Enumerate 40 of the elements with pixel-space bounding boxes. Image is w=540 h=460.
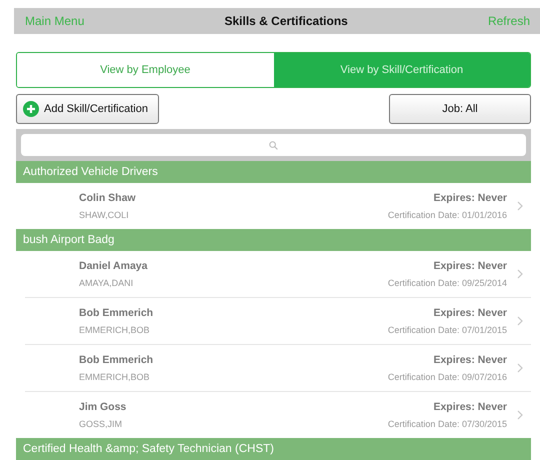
certification-row[interactable]: Jim Goss GOSS,JIM Expires: Never Certification Date: 07/30/2015 bbox=[25, 392, 531, 438]
certification-row[interactable]: Bob Emmerich EMMERICH,BOB Expires: Never Certification Date: 07/01/2015 bbox=[25, 298, 531, 345]
chevron-icon bbox=[517, 201, 523, 211]
chevron-icon bbox=[517, 269, 523, 279]
screen-title: Skills & Certifications bbox=[224, 14, 348, 28]
section-header: Certified Health &amp; Safety Technician (CHST) bbox=[16, 438, 531, 460]
employee-code: EMMERICH,BOB bbox=[79, 372, 151, 382]
chevron-icon bbox=[517, 410, 523, 420]
employee-name: Daniel Amaya bbox=[79, 260, 148, 272]
view-tab[interactable]: View by Skill/Certification bbox=[274, 53, 530, 87]
certification-date: Certification Date: 01/01/2016 bbox=[388, 210, 507, 220]
section-header: bush Airport Badg bbox=[16, 229, 531, 251]
search-icon bbox=[269, 140, 278, 150]
certification-date: Certification Date: 09/25/2014 bbox=[388, 278, 507, 288]
add-skill-button[interactable]: Add Skill/Certification bbox=[16, 94, 159, 124]
certification-row[interactable]: Daniel Amaya AMAYA,DANI Expires: Never Certification Date: 09/25/2014 bbox=[25, 251, 531, 298]
expiry-text: Expires: Never bbox=[433, 192, 507, 204]
chevron-icon bbox=[517, 316, 523, 326]
employee-code: GOSS,JIM bbox=[79, 419, 124, 429]
expiry-text: Expires: Never bbox=[433, 401, 507, 413]
job-filter-button[interactable]: Job: All bbox=[389, 94, 531, 124]
employee-code: SHAW,COLI bbox=[79, 210, 130, 220]
certification-row[interactable]: Colin Shaw SHAW,COLI Expires: Never Certification Date: 01/01/2016 bbox=[25, 183, 531, 229]
search-field[interactable] bbox=[21, 134, 526, 156]
employee-name: Colin Shaw bbox=[79, 192, 137, 204]
certification-date: Certification Date: 09/07/2016 bbox=[388, 372, 507, 382]
employee-code: AMAYA,DANI bbox=[79, 278, 134, 288]
employee-code: EMMERICH,BOB bbox=[79, 325, 151, 335]
expiry-text: Expires: Never bbox=[433, 307, 507, 319]
chevron-icon bbox=[517, 363, 523, 373]
employee-name: Bob Emmerich bbox=[79, 354, 154, 366]
add-icon bbox=[23, 101, 39, 117]
employee-name: Jim Goss bbox=[79, 401, 128, 413]
certification-row[interactable]: Bob Emmerich EMMERICH,BOB Expires: Never Certification Date: 09/07/2016 bbox=[25, 345, 531, 392]
expiry-text: Expires: Never bbox=[433, 354, 507, 366]
certification-date: Certification Date: 07/01/2015 bbox=[388, 325, 507, 335]
expiry-text: Expires: Never bbox=[433, 260, 507, 272]
certification-date: Certification Date: 07/30/2015 bbox=[388, 419, 507, 429]
employee-name: Bob Emmerich bbox=[79, 307, 154, 319]
section-header: Authorized Vehicle Drivers bbox=[16, 161, 531, 183]
